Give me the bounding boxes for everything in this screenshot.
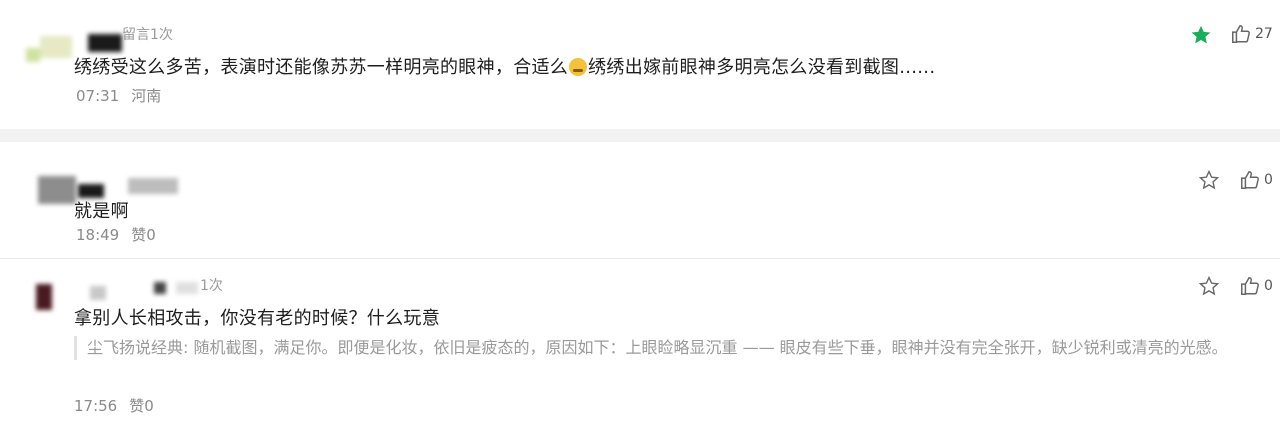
- like-count: 27: [1255, 26, 1273, 42]
- thumbs-up-icon: [1232, 25, 1250, 43]
- username[interactable]: [90, 286, 106, 300]
- favorite-button[interactable]: [1190, 24, 1212, 46]
- favorite-button[interactable]: [1198, 169, 1220, 191]
- like-button[interactable]: 27: [1230, 23, 1273, 45]
- thumbs-up-icon: [1241, 277, 1259, 295]
- star-outline-icon: [1198, 275, 1220, 296]
- username[interactable]: [78, 184, 104, 198]
- comment-time: 18:49: [76, 226, 120, 244]
- like-button[interactable]: 0: [1239, 275, 1273, 297]
- comment-like-summary: 赞0: [131, 226, 156, 244]
- like-count: 0: [1264, 172, 1273, 188]
- comment-text: 拿别人长相攻击，你没有老的时候？什么玩意: [74, 308, 440, 329]
- favorite-button[interactable]: [1198, 275, 1220, 297]
- crying-laughing-emoji-icon: [569, 58, 588, 76]
- username[interactable]: [154, 282, 166, 294]
- comment-divider: [0, 258, 1280, 259]
- comment-location: 河南: [131, 87, 162, 105]
- username[interactable]: [128, 178, 178, 194]
- username[interactable]: [88, 34, 122, 52]
- quoted-reply[interactable]: 尘飞扬说经典: 随机截图，满足你。即便是化妆，依旧是疲态的，原因如下：上眼睑略显…: [74, 336, 1277, 360]
- star-outline-icon: [1198, 169, 1220, 190]
- comment-time: 07:31: [76, 87, 120, 105]
- comment-time: 17:56: [74, 397, 118, 415]
- comment-text: 绣绣受这么多苦，表演时还能像苏苏一样明亮的眼神，合适么 绣绣出嫁前眼神多明亮怎么没…: [74, 53, 935, 79]
- star-filled-icon: [1191, 25, 1211, 44]
- comment-meta: 18:49 赞0: [76, 224, 168, 245]
- avatar[interactable]: [26, 34, 72, 62]
- like-button[interactable]: 0: [1239, 169, 1273, 191]
- comment-like-summary: 赞0: [129, 397, 154, 415]
- username[interactable]: [176, 282, 198, 294]
- avatar[interactable]: [38, 176, 76, 204]
- comment-meta: 07:31 河南: [76, 85, 173, 106]
- comment-text-part: 绣绣出嫁前眼神多明亮怎么没看到截图......: [588, 57, 936, 78]
- thumbs-up-icon: [1241, 171, 1259, 189]
- section-divider: [0, 129, 1280, 142]
- user-comment-count: 留言1次: [122, 27, 173, 43]
- comment-text: 就是啊: [74, 201, 129, 222]
- like-count: 0: [1264, 278, 1273, 294]
- avatar[interactable]: [36, 284, 52, 310]
- comment-meta: 17:56 赞0: [74, 395, 166, 416]
- user-comment-count: 1次: [200, 278, 223, 294]
- comment-text-part: 绣绣受这么多苦，表演时还能像苏苏一样明亮的眼神，合适么: [74, 57, 569, 78]
